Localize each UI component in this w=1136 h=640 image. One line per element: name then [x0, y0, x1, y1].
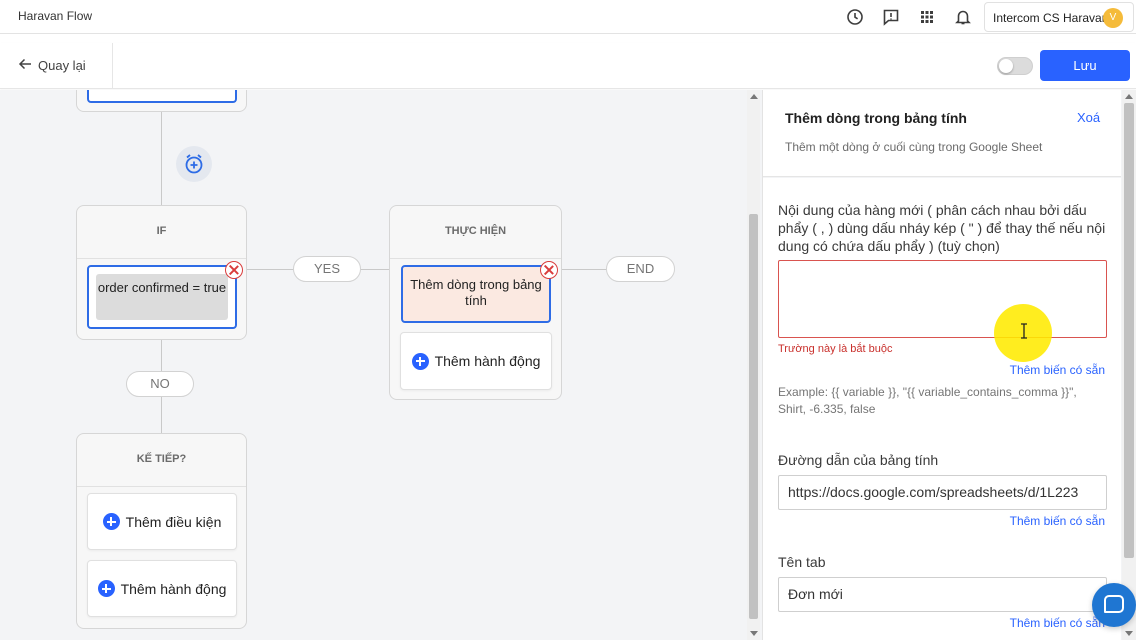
plus-icon	[411, 352, 429, 370]
canvas-scrollbar[interactable]	[747, 90, 760, 640]
add-action-label: Thêm hành động	[120, 580, 227, 597]
account-name: Intercom CS Haravan	[993, 11, 1109, 25]
insert-variable-link[interactable]: Thêm biến có sẵn	[1010, 616, 1105, 630]
end-label: END	[606, 256, 675, 282]
panel-title: Thêm dòng trong bảng tính	[785, 110, 967, 126]
flow-canvas[interactable]: IF order confirmed = true YES THỰC HIỆN …	[0, 90, 762, 640]
required-error: Trường này là bắt buộc	[778, 343, 893, 355]
delete-action-link[interactable]: Xoá	[1077, 110, 1100, 125]
divider	[112, 43, 113, 89]
panel-description: Thêm một dòng ở cuối cùng trong Google S…	[785, 140, 1043, 154]
top-header: Haravan Flow Intercom CS Haravan V	[0, 0, 1136, 34]
back-label: Quay lại	[38, 58, 86, 73]
panel-scrollbar[interactable]	[1122, 90, 1136, 640]
add-action-button[interactable]: Thêm hành động	[87, 560, 237, 617]
sheet-url-input[interactable]: https://docs.google.com/spreadsheets/d/1…	[778, 475, 1107, 510]
action-title: THỰC HIỆN	[444, 225, 507, 237]
no-label: NO	[126, 371, 194, 397]
previous-block	[76, 90, 247, 112]
account-menu[interactable]: Intercom CS Haravan V	[984, 2, 1134, 32]
history-icon[interactable]	[846, 8, 864, 26]
editor-toolbar: Quay lại	[0, 43, 1136, 89]
avatar: V	[1103, 8, 1123, 28]
chat-icon	[1104, 595, 1124, 613]
add-delay-button[interactable]	[176, 146, 212, 182]
previous-card[interactable]	[87, 90, 237, 103]
condition-card[interactable]: order confirmed = true	[87, 265, 237, 329]
text-cursor-icon	[1019, 323, 1029, 343]
plus-icon	[97, 580, 115, 597]
panel-header: Thêm dòng trong bảng tính Xoá Thêm một d…	[763, 90, 1121, 177]
row-content-textarea[interactable]	[778, 260, 1107, 338]
action-block: THỰC HIỆN Thêm dòng trong bảng tính Thêm…	[389, 205, 562, 400]
condition-text: order confirmed = true	[96, 274, 228, 320]
add-action-button[interactable]: Thêm hành động	[400, 332, 552, 390]
next-title: KẾ TIẾP?	[136, 453, 187, 465]
flow-active-toggle[interactable]	[997, 57, 1033, 75]
insert-variable-link[interactable]: Thêm biến có sẵn	[1010, 514, 1105, 528]
row-content-label: Nội dung của hàng mới ( phân cách nhau b…	[778, 202, 1106, 254]
chat-launcher-button[interactable]	[1092, 583, 1136, 627]
remove-action-icon[interactable]	[540, 261, 558, 279]
plus-icon	[102, 513, 120, 530]
apps-grid-icon[interactable]	[918, 8, 936, 26]
tab-name-label: Tên tab	[778, 554, 826, 570]
alarm-add-icon	[185, 154, 203, 174]
action-card[interactable]: Thêm dòng trong bảng tính	[401, 265, 551, 323]
if-block: IF order confirmed = true	[76, 205, 247, 340]
insert-variable-link[interactable]: Thêm biến có sẵn	[1010, 363, 1105, 377]
save-button[interactable]: Lưu	[1040, 50, 1130, 81]
sheet-url-label: Đường dẫn của bảng tính	[778, 452, 939, 468]
arrow-left-icon	[18, 57, 32, 74]
app-name: Haravan Flow	[18, 9, 93, 23]
connector	[562, 269, 607, 270]
if-title: IF	[156, 225, 167, 237]
back-button[interactable]: Quay lại	[18, 57, 86, 74]
tab-name-input[interactable]: Đơn mới	[778, 577, 1107, 612]
feedback-icon[interactable]	[882, 8, 900, 26]
add-condition-button[interactable]: Thêm điều kiện	[87, 493, 237, 550]
add-condition-label: Thêm điều kiện	[125, 513, 222, 530]
panel-form: Nội dung của hàng mới ( phân cách nhau b…	[763, 178, 1121, 640]
remove-condition-icon[interactable]	[225, 261, 243, 279]
connector	[161, 112, 162, 206]
next-block: KẾ TIẾP? Thêm điều kiện Thêm hành động	[76, 433, 247, 629]
action-settings-panel: Thêm dòng trong bảng tính Xoá Thêm một d…	[762, 90, 1122, 640]
add-action-label: Thêm hành động	[434, 353, 541, 369]
bell-icon[interactable]	[954, 8, 972, 26]
example-text: Example: {{ variable }}, "{{ variable_co…	[778, 385, 1077, 416]
yes-label: YES	[293, 256, 361, 282]
